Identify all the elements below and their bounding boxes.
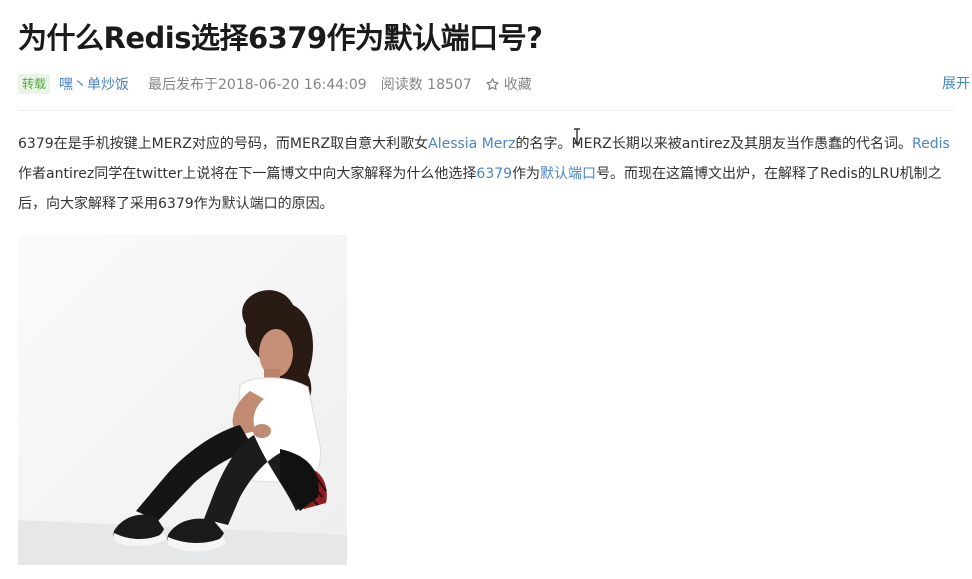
- publish-date: 最后发布于2018-06-20 16:44:09: [148, 77, 367, 93]
- expand-button[interactable]: 展开: [942, 72, 970, 96]
- paragraph-text: 作者antirez同学在twitter上说将在下一篇博文中向大家解释为什么他选择: [18, 166, 477, 182]
- paragraph-text: 作为: [512, 166, 541, 182]
- favorite-button[interactable]: 收藏: [485, 74, 532, 94]
- text-cursor-icon: [574, 128, 580, 144]
- article-title: 为什么Redis选择6379作为默认端口号?: [18, 21, 543, 55]
- article-body: 6379在是手机按键上MERZ对应的号码，而MERZ取自意大利歌女Alessia…: [18, 129, 958, 219]
- star-outline-icon: [485, 77, 499, 90]
- repost-badge: 转载: [18, 74, 51, 94]
- article: 为什么Redis选择6379作为默认端口号? 转载 嘿丶单炒饭 最后发布于201…: [18, 0, 970, 565]
- article-meta: 转载 嘿丶单炒饭 最后发布于2018-06-20 16:44:09 阅读数 18…: [18, 72, 970, 96]
- redis-link[interactable]: Redis: [912, 136, 950, 152]
- intro-paragraph: 6379在是手机按键上MERZ对应的号码，而MERZ取自意大利歌女Alessia…: [18, 129, 958, 219]
- read-count: 阅读数 18507: [380, 77, 472, 93]
- meta-divider: [18, 110, 954, 111]
- favorite-label: 收藏: [503, 77, 532, 93]
- port-number-link[interactable]: 6379: [476, 166, 512, 182]
- default-port-link[interactable]: 默认端口: [540, 166, 596, 182]
- author-link[interactable]: 嘿丶单炒饭: [59, 74, 129, 94]
- article-photo: [18, 235, 347, 565]
- singer-link[interactable]: Alessia Merz: [428, 136, 515, 152]
- paragraph-text: 6379在是手机按键上MERZ对应的号码，而MERZ取自意大利歌女: [18, 136, 429, 152]
